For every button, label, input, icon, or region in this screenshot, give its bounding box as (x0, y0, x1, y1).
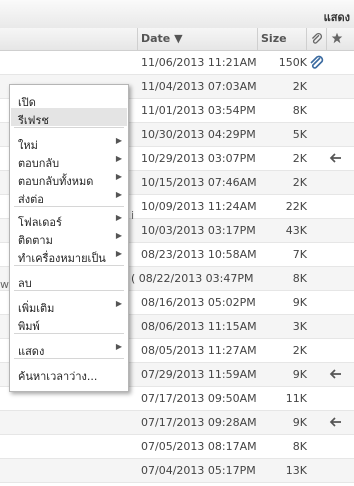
submenu-arrow-icon: ▶ (115, 172, 122, 181)
menu-item[interactable]: ติดตาม ▶ (11, 228, 127, 247)
column-divider[interactable] (326, 28, 327, 50)
menu-item[interactable]: พิมพ์ (11, 314, 127, 333)
message-date: 07/05/2013 08:17AM (141, 440, 257, 453)
message-size: 3K (292, 320, 307, 333)
message-size: 7K (292, 248, 307, 261)
show-menu-button[interactable]: แสดง (324, 8, 350, 26)
menu-item[interactable]: ส่งต่อ ▶ (11, 187, 127, 206)
menu-separator (14, 358, 124, 359)
column-divider[interactable] (137, 28, 138, 50)
message-date: 10/15/2013 07:46AM (141, 176, 257, 189)
message-size: 5K (292, 128, 307, 141)
message-size: 9K (292, 416, 307, 429)
message-size: 2K (292, 152, 307, 165)
message-size: 9K (292, 296, 307, 309)
submenu-arrow-icon: ▶ (115, 190, 122, 199)
message-size: 8K (292, 440, 307, 453)
message-date: 07/29/2013 11:59AM (141, 368, 257, 381)
submenu-arrow-icon: ▶ (115, 154, 122, 163)
message-row[interactable]: 07/04/2013 05:17PM 13K (0, 459, 354, 483)
message-size: 150K (278, 56, 307, 69)
message-size: 8K (292, 272, 307, 285)
message-date: 10/03/2013 03:17PM (141, 224, 256, 237)
message-size: 9K (292, 368, 307, 381)
replied-arrow-icon (329, 417, 341, 427)
message-date: 08/23/2013 10:58AM (141, 248, 257, 261)
submenu-arrow-icon: ▶ (115, 213, 122, 222)
submenu-arrow-icon: ▶ (115, 299, 122, 308)
menu-item[interactable]: ตอบกลับ ▶ (11, 151, 127, 170)
message-date: 07/04/2013 05:17PM (141, 464, 256, 477)
message-size: 8K (292, 104, 307, 117)
menu-separator (14, 127, 124, 128)
toolbar: แสดง (0, 0, 354, 29)
message-size: 2K (292, 176, 307, 189)
column-divider[interactable] (306, 28, 307, 50)
menu-item[interactable]: เปิด (11, 90, 127, 109)
message-size: 22K (285, 200, 307, 213)
menu-separator (14, 265, 124, 266)
menu-item[interactable]: รีเฟรช (11, 108, 127, 127)
message-date: 10/09/2013 11:24AM (141, 200, 257, 213)
attachment-column-icon[interactable] (310, 32, 323, 45)
column-header-bar: Date ▼ Size (0, 28, 354, 51)
submenu-arrow-icon: ▶ (115, 136, 122, 145)
attachment-icon (310, 55, 324, 69)
menu-item[interactable]: ตอบกลับทั้งหมด ▶ (11, 169, 127, 188)
message-row[interactable]: 07/05/2013 08:17AM 8K (0, 435, 354, 459)
message-date: 11/01/2013 03:54PM (141, 104, 256, 117)
size-column-header[interactable]: Size (261, 32, 287, 45)
message-date: 07/17/2013 09:28AM (141, 416, 257, 429)
message-size: 2K (292, 80, 307, 93)
replied-arrow-icon (329, 153, 341, 163)
menu-separator (14, 290, 124, 291)
menu-item[interactable]: แสดง ▶ (11, 339, 127, 358)
cut-subject-char: w (0, 278, 9, 291)
message-date: 11/04/2013 07:03AM (141, 80, 257, 93)
menu-item[interactable]: ค้นหาเวลาว่าง... (11, 364, 127, 383)
menu-item[interactable]: ลบ (11, 271, 127, 290)
message-date: 11/06/2013 11:21AM (141, 56, 257, 69)
submenu-arrow-icon: ▶ (115, 231, 122, 240)
message-row[interactable]: 11/06/2013 11:21AM 150K (0, 51, 354, 75)
message-size: 43K (285, 224, 307, 237)
message-date: 10/30/2013 04:29PM (141, 128, 256, 141)
message-size: 2K (292, 344, 307, 357)
menu-item[interactable]: เพิ่มเติม ▶ (11, 296, 127, 315)
cut-subject-char: i (131, 209, 135, 222)
message-date: 07/17/2013 09:50AM (141, 392, 257, 405)
context-menu: เปิด รีเฟรชใหม่ ▶ ตอบกลับ ▶ ตอบกลับทั้งหมด ▶ ส่… (9, 84, 129, 392)
message-size: 13K (285, 464, 307, 477)
menu-item[interactable]: โฟลเดอร์ ▶ (11, 210, 127, 229)
message-date: 08/06/2013 11:15AM (141, 320, 257, 333)
menu-item-label: ค้นหาเวลาว่าง... (18, 370, 98, 383)
flag-column-star-icon[interactable] (331, 32, 343, 44)
menu-item[interactable]: ทำเครื่องหมายเป็น ▶ (11, 246, 127, 265)
replied-arrow-icon (329, 369, 341, 379)
message-date: 08/05/2013 11:27AM (141, 344, 257, 357)
message-date: ( 08/22/2013 03:47PM (131, 272, 254, 285)
menu-separator (14, 333, 124, 334)
date-column-header[interactable]: Date ▼ (141, 32, 183, 45)
submenu-arrow-icon: ▶ (115, 342, 122, 351)
message-date: 10/29/2013 03:07PM (141, 152, 256, 165)
menu-separator (14, 206, 124, 207)
message-row[interactable]: 07/17/2013 09:28AM 9K (0, 411, 354, 435)
menu-item[interactable]: ใหม่ ▶ (11, 133, 127, 152)
message-size: 11K (285, 392, 307, 405)
message-date: 08/16/2013 05:02PM (141, 296, 256, 309)
column-divider[interactable] (257, 28, 258, 50)
submenu-arrow-icon: ▶ (115, 249, 122, 258)
